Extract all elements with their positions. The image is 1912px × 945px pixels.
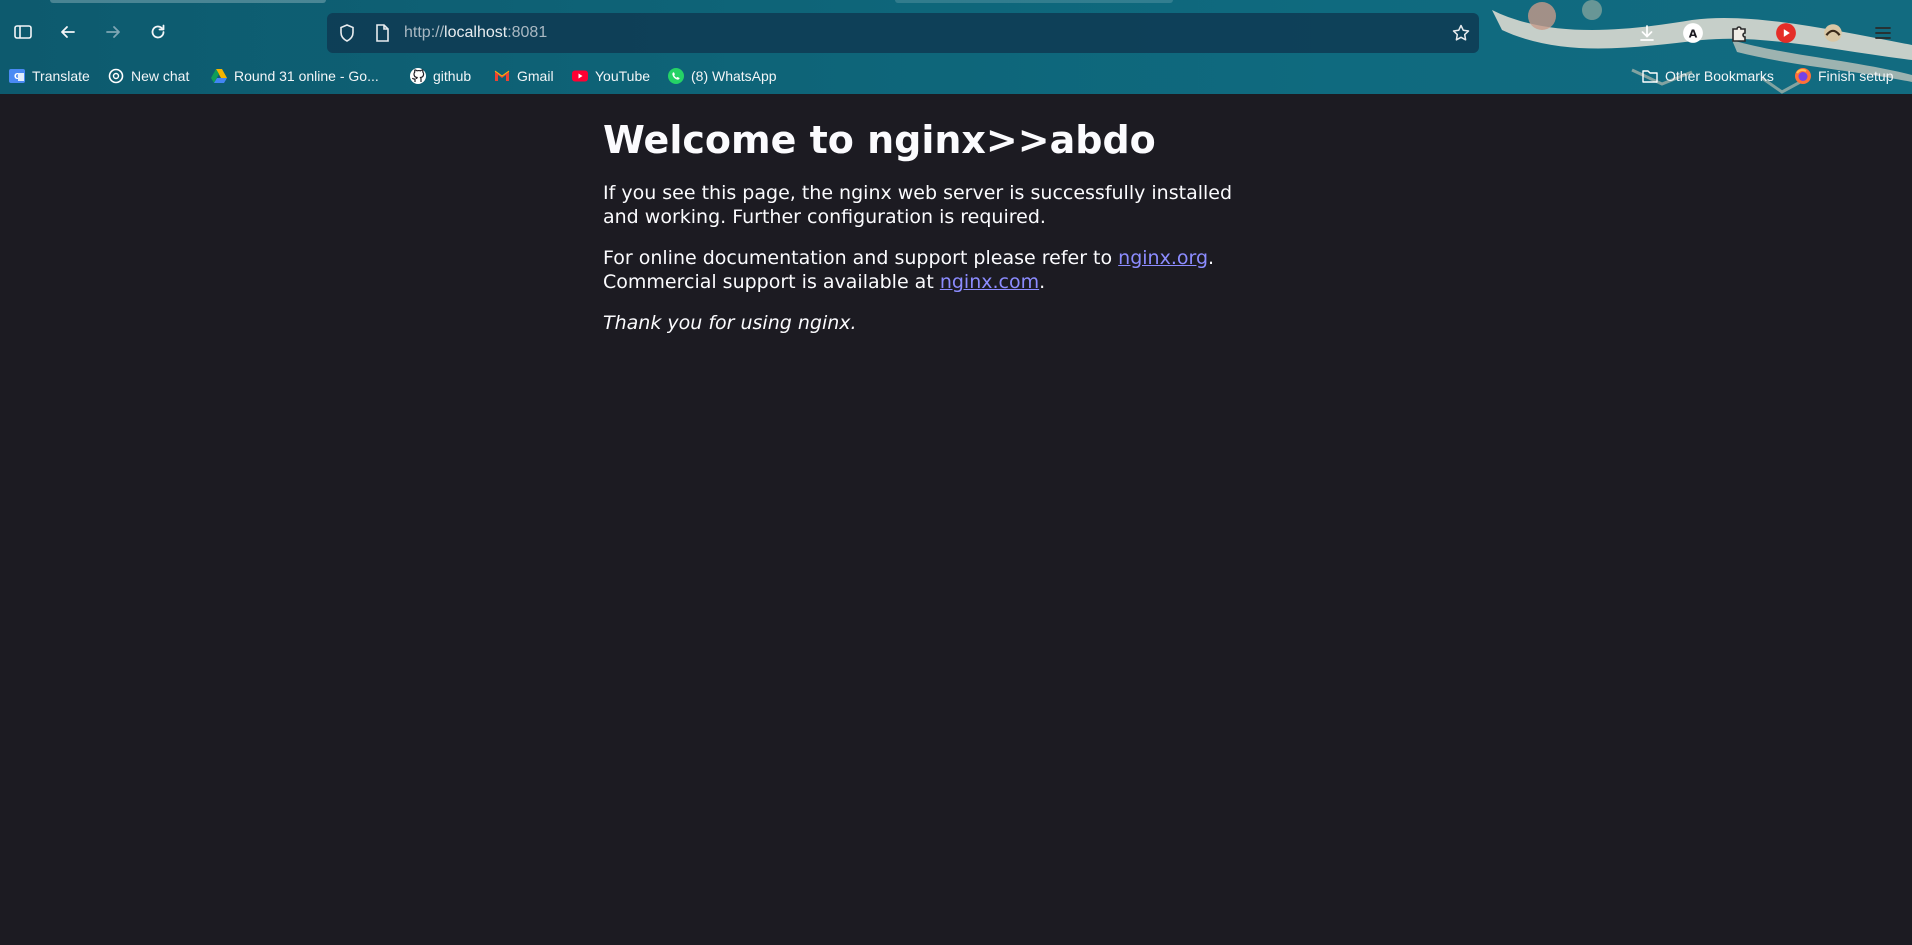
nginx-com-link[interactable]: nginx.com [940, 271, 1039, 293]
tab-edge[interactable] [895, 0, 1173, 3]
navigation-toolbar: http://localhost:8081 A [0, 10, 1912, 56]
support-paragraph: For online documentation and support ple… [603, 246, 1243, 294]
bookmark-label: New chat [131, 68, 190, 84]
account-button[interactable]: A [1680, 20, 1706, 46]
arrow-right-icon [106, 26, 120, 38]
support-period: . [1208, 247, 1215, 269]
bookmark-translate[interactable]: G Translate [8, 62, 90, 90]
bookmark-new-chat[interactable]: New chat [107, 62, 189, 90]
svg-text:A: A [1689, 27, 1698, 40]
bookmark-gmail[interactable]: Gmail [493, 62, 554, 90]
url-host: localhost [444, 24, 508, 41]
bookmark-label: (8) WhatsApp [691, 68, 777, 84]
bookmark-whatsapp[interactable]: (8) WhatsApp [667, 62, 777, 90]
bookmark-label: Round 31 online - Go... [234, 68, 379, 84]
reload-button[interactable] [143, 17, 173, 47]
youtube-ext-icon [1776, 23, 1796, 43]
google-drive-icon [210, 67, 228, 85]
thanks-text: Thank you for using nginx. [603, 312, 857, 334]
address-bar[interactable]: http://localhost:8081 [327, 13, 1479, 53]
bookmark-github[interactable]: github [409, 62, 471, 90]
download-icon [1640, 25, 1654, 41]
bookmark-youtube[interactable]: YouTube [571, 62, 650, 90]
sidebar-toggle-button[interactable] [8, 17, 38, 47]
translate-icon: G [8, 67, 26, 85]
extension-button[interactable] [1820, 20, 1846, 46]
thanks-paragraph: Thank you for using nginx. [603, 311, 1243, 335]
url-text[interactable]: http://localhost:8081 [404, 13, 547, 53]
app-menu-button[interactable] [1870, 20, 1896, 46]
browser-chrome: http://localhost:8081 A G Translate New … [0, 0, 1912, 94]
url-port: :8081 [507, 24, 548, 41]
bookmark-label: Translate [32, 68, 90, 84]
sidebar-icon [14, 25, 32, 39]
bookmark-google-drive[interactable]: Round 31 online - Go... [210, 62, 379, 90]
reload-icon [151, 24, 165, 39]
nginx-welcome: Welcome to nginx>>abdo If you see this p… [603, 116, 1243, 335]
account-avatar-icon: A [1683, 23, 1703, 43]
hamburger-menu-icon [1875, 27, 1891, 39]
youtube-extension-button[interactable] [1773, 20, 1799, 46]
page-icon[interactable] [372, 23, 392, 43]
bookmark-label: Other Bookmarks [1665, 68, 1774, 84]
whatsapp-icon [667, 67, 685, 85]
bookmark-label: YouTube [595, 68, 651, 84]
gmail-icon [493, 67, 511, 85]
openai-icon [107, 67, 125, 85]
extensions-button[interactable] [1726, 20, 1752, 46]
firefox-icon [1794, 67, 1812, 85]
youtube-icon [571, 67, 589, 85]
intro-paragraph: If you see this page, the nginx web serv… [603, 182, 1233, 228]
extension-mascot-icon [1824, 24, 1842, 42]
puzzle-icon [1732, 26, 1746, 42]
github-icon [409, 67, 427, 85]
folder-icon [1641, 67, 1659, 85]
url-scheme: http:// [404, 24, 445, 41]
bookmarks-toolbar: G Translate New chat Round 31 online - G… [0, 62, 1912, 90]
bookmark-other-bookmarks[interactable]: Other Bookmarks [1641, 62, 1774, 90]
bookmark-label: Gmail [517, 68, 554, 84]
commercial-text: Commercial support is available at [603, 271, 940, 293]
bookmark-label: github [433, 68, 472, 84]
commercial-period: . [1039, 271, 1046, 293]
downloads-button[interactable] [1634, 20, 1660, 46]
bookmark-finish-setup[interactable]: Finish setup [1794, 62, 1893, 90]
bookmark-label: Finish setup [1818, 68, 1894, 84]
page-viewport: Welcome to nginx>>abdo If you see this p… [0, 94, 1912, 945]
nginx-org-link[interactable]: nginx.org [1118, 247, 1208, 269]
forward-button[interactable] [98, 17, 128, 47]
back-button[interactable] [53, 17, 83, 47]
page-title: Welcome to nginx>>abdo [603, 118, 1156, 162]
support-text: For online documentation and support ple… [603, 247, 1119, 269]
bookmark-star-icon[interactable] [1451, 23, 1471, 43]
arrow-left-icon [61, 26, 75, 38]
active-tab-edge[interactable] [50, 0, 326, 3]
shield-icon[interactable] [337, 23, 357, 43]
